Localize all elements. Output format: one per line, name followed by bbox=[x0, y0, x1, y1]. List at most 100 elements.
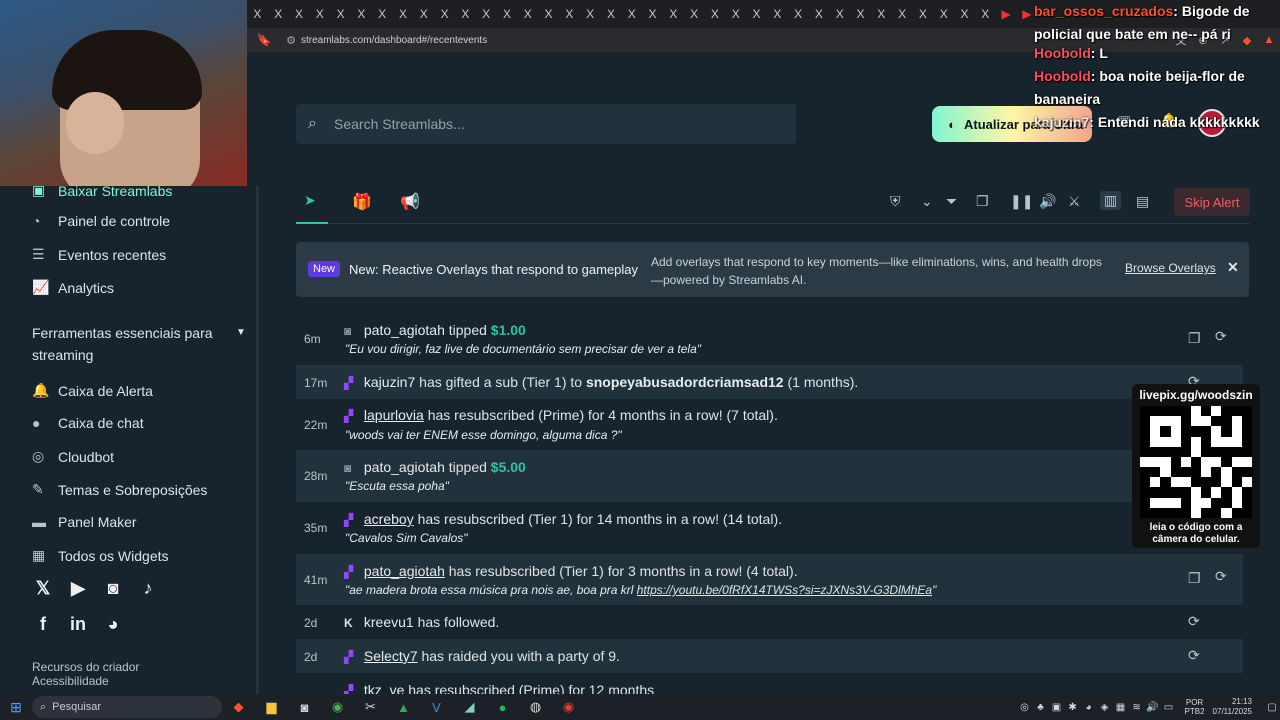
browser-tab-icon[interactable]: X bbox=[538, 7, 559, 21]
obs-app-icon[interactable]: ◍ bbox=[519, 699, 552, 715]
folder-app-icon[interactable]: ▆ bbox=[255, 699, 288, 715]
gift-recipient[interactable]: snopeyabusadordcriamsad12 bbox=[586, 374, 784, 390]
event-username[interactable]: kajuzin7 bbox=[364, 374, 415, 390]
repeat-icon[interactable]: ⟳ bbox=[1188, 613, 1200, 630]
browser-tab-icon[interactable]: X bbox=[289, 7, 310, 21]
browser-tab-icon[interactable]: X bbox=[393, 7, 414, 21]
sidebar-item-analytics[interactable]: 📈 Analytics bbox=[32, 279, 114, 296]
browser-tab-icon[interactable]: X bbox=[621, 7, 642, 21]
brave-app-icon[interactable]: ◆ bbox=[222, 699, 255, 715]
browser-tab-icon[interactable]: X bbox=[309, 7, 330, 21]
battery-icon[interactable]: ▭ bbox=[1161, 702, 1177, 713]
browser-tab-icon[interactable]: X bbox=[455, 7, 476, 21]
browser-tab-icon[interactable]: X bbox=[517, 7, 538, 21]
chevron-down-icon[interactable]: ▼ bbox=[236, 327, 246, 338]
browser-tab-icon[interactable]: X bbox=[434, 7, 455, 21]
browser-tab-icon[interactable]: X bbox=[642, 7, 663, 21]
browser-tab-icon[interactable]: X bbox=[746, 7, 767, 21]
browser-tab-icon[interactable]: X bbox=[601, 7, 622, 21]
tiktok-icon[interactable]: ♪ bbox=[137, 578, 159, 599]
notes-app-icon[interactable]: ◢ bbox=[453, 699, 486, 715]
tab-activity-icon[interactable]: ➤ bbox=[304, 192, 316, 209]
linkedin-icon[interactable]: in bbox=[67, 614, 89, 635]
volume-icon[interactable]: 🔊 bbox=[1039, 193, 1056, 210]
capcut-app-icon[interactable]: ✂ bbox=[354, 699, 387, 715]
browser-tab-icon[interactable]: X bbox=[330, 7, 351, 21]
browser-tab-icon[interactable]: X bbox=[705, 7, 726, 21]
event-username[interactable]: tkz_ve bbox=[364, 682, 404, 694]
sidebar-item-cloudbot[interactable]: ◎ Cloudbot bbox=[32, 448, 114, 465]
sidebar-item-alert-box[interactable]: 🔔 Caixa de Alerta bbox=[32, 382, 153, 399]
tab-announcements-icon[interactable]: 📢 bbox=[400, 192, 420, 212]
browser-tab-icon[interactable]: X bbox=[725, 7, 746, 21]
close-icon[interactable]: ✕ bbox=[1227, 259, 1239, 276]
sidebar-item-dashboard[interactable]: ◔ Painel de controle bbox=[32, 213, 170, 229]
sidebar-scrollbar[interactable] bbox=[256, 186, 259, 694]
chrome-app-icon[interactable]: ◉ bbox=[321, 699, 354, 715]
shield-icon[interactable]: ⛨ bbox=[890, 193, 901, 210]
taskbar-search[interactable]: ⌕ Pesquisar bbox=[32, 696, 222, 718]
youtube-icon[interactable]: ▶ bbox=[67, 578, 89, 599]
volume-icon[interactable]: 🔊 bbox=[1145, 702, 1161, 713]
browser-tab-icon[interactable]: X bbox=[268, 7, 289, 21]
browser-tab-icon[interactable]: X bbox=[247, 7, 268, 21]
browser-tab-icon[interactable]: X bbox=[933, 7, 954, 21]
copy-icon[interactable]: ❐ bbox=[1188, 330, 1201, 347]
tab-gifts-icon[interactable]: 🎁 bbox=[352, 192, 372, 212]
discord-icon[interactable]: ◕ bbox=[102, 614, 124, 635]
steam-icon[interactable]: ◕ bbox=[1081, 702, 1097, 713]
wifi-icon[interactable]: ≋ bbox=[1129, 702, 1145, 713]
instagram-icon[interactable]: ◙ bbox=[102, 578, 124, 599]
browser-tab-icon[interactable]: X bbox=[871, 7, 892, 21]
streamlabs-app-icon[interactable]: ◙ bbox=[288, 700, 321, 715]
list-view-icon[interactable]: ▤ bbox=[1136, 193, 1149, 210]
sidebar-item-recent-events[interactable]: ☰ Eventos recentes bbox=[32, 246, 166, 263]
browser-tab-icon[interactable]: X bbox=[809, 7, 830, 21]
repeat-icon[interactable]: ⟳ bbox=[1188, 647, 1200, 664]
creator-resources-link[interactable]: Recursos do criador bbox=[32, 660, 139, 674]
browser-tab-icon[interactable]: X bbox=[684, 7, 705, 21]
compact-view-icon[interactable]: ▥ bbox=[1100, 191, 1122, 210]
event-username[interactable]: acreboy bbox=[364, 511, 414, 527]
browser-tab-icon[interactable]: X bbox=[413, 7, 434, 21]
mute-alerts-icon[interactable]: ⚔ bbox=[1068, 193, 1081, 210]
browser-tab-icon[interactable]: ▶ bbox=[996, 7, 1017, 21]
browser-tab-icon[interactable]: X bbox=[850, 7, 871, 21]
popout-icon[interactable]: ❐ bbox=[976, 193, 989, 210]
bookmark-icon[interactable]: 🔖 bbox=[247, 33, 281, 47]
browser-tab-icon[interactable]: X bbox=[559, 7, 580, 21]
clock[interactable]: 21:13 07/11/2025 bbox=[1213, 697, 1252, 717]
browser-tab-icon[interactable]: X bbox=[372, 7, 393, 21]
skip-alert-button[interactable]: Skip Alert bbox=[1174, 188, 1250, 216]
copy-icon[interactable]: ❐ bbox=[1188, 570, 1201, 587]
browser-tab-icon[interactable]: X bbox=[913, 7, 934, 21]
tray-icon[interactable]: ▣ bbox=[1049, 702, 1065, 713]
chevron-down-icon[interactable]: ⌄ bbox=[921, 193, 933, 210]
x-icon[interactable]: 𝕏 bbox=[32, 578, 54, 599]
repeat-icon[interactable]: ⟳ bbox=[1215, 328, 1227, 345]
sidebar-item-download[interactable]: ▣ Baixar Streamlabs bbox=[32, 182, 172, 199]
section-title-tools[interactable]: Ferramentas essenciais para streaming bbox=[32, 322, 232, 366]
browser-tab-icon[interactable]: X bbox=[351, 7, 372, 21]
repeat-icon[interactable]: ⟳ bbox=[1215, 568, 1227, 585]
sidebar-item-all-widgets[interactable]: ▦ Todos os Widgets bbox=[32, 547, 169, 564]
sidebar-item-themes[interactable]: ✎ Temas e Sobreposições bbox=[32, 481, 207, 498]
tray-icon[interactable]: ▦ bbox=[1113, 702, 1129, 713]
event-username[interactable]: pato_agiotah bbox=[364, 322, 445, 338]
pause-icon[interactable]: ❚❚ bbox=[1010, 193, 1033, 210]
windows-start-icon[interactable]: ⊞ bbox=[0, 699, 32, 716]
event-username[interactable]: kreevu1 bbox=[364, 614, 414, 630]
facebook-icon[interactable]: f bbox=[32, 614, 54, 635]
youtube-link[interactable]: https://youtu.be/0fRfX14TWSs?si=zJXNs3V-… bbox=[637, 583, 932, 597]
site-info-icon[interactable]: ⚙ bbox=[281, 34, 301, 47]
language-indicator[interactable]: POR PTB2 bbox=[1185, 698, 1205, 716]
recorder-app-icon[interactable]: ◉ bbox=[552, 699, 585, 715]
event-username[interactable]: Selecty7 bbox=[364, 648, 418, 664]
bluetooth-icon[interactable]: ✱ bbox=[1065, 702, 1081, 713]
search-input[interactable]: ⌕ Search Streamlabs... bbox=[296, 104, 796, 144]
browser-tab-icon[interactable]: X bbox=[829, 7, 850, 21]
browser-tab-icon[interactable]: X bbox=[580, 7, 601, 21]
event-username[interactable]: lapurlovia bbox=[364, 407, 424, 423]
browser-tab-icon[interactable]: X bbox=[954, 7, 975, 21]
browser-tab-icon[interactable]: X bbox=[767, 7, 788, 21]
